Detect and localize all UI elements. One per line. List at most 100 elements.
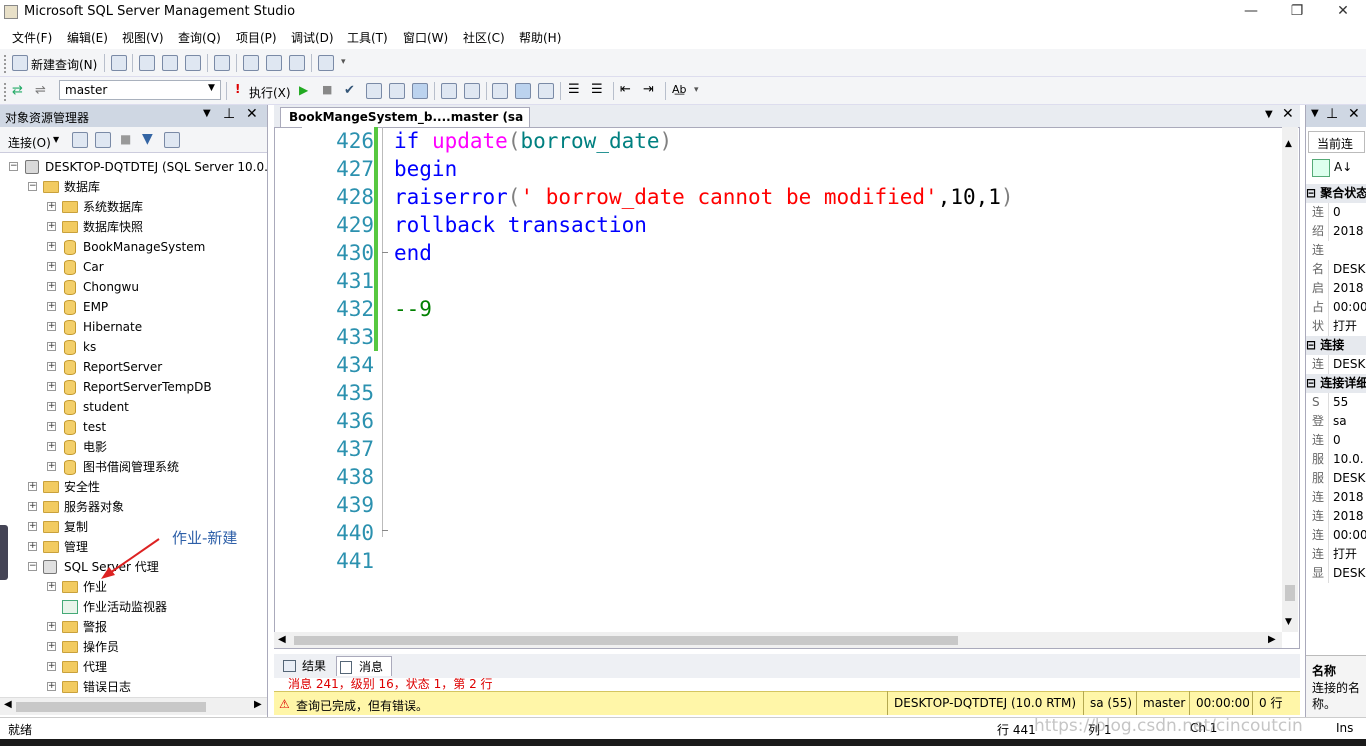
scroll-thumb[interactable] [1285, 585, 1295, 601]
activity-monitor-icon[interactable] [318, 55, 334, 71]
code-line-427[interactable]: begin [394, 155, 457, 183]
property-category-connection[interactable]: ⊟ 连接 [1306, 336, 1366, 355]
property-row[interactable]: 连0 [1306, 203, 1366, 222]
collapse-icon[interactable]: − [28, 182, 37, 191]
database-selector[interactable]: master ▼ [59, 80, 221, 100]
parse-check-icon[interactable]: ✔ [344, 83, 355, 98]
code-line-426[interactable]: if update(borrow_date) [394, 127, 672, 155]
toolbar-overflow-icon[interactable]: ▾ [694, 85, 704, 103]
scroll-right-icon[interactable]: ▶ [1268, 634, 1276, 645]
menu-view[interactable]: 视图(V) [122, 29, 164, 46]
restore-button[interactable]: ❐ [1274, 0, 1320, 24]
specify-template-values-icon[interactable]: A͟b [672, 83, 687, 96]
tab-results[interactable]: 结果 [280, 656, 332, 676]
expand-icon[interactable]: + [47, 402, 56, 411]
execute-button[interactable]: 执行(X) [249, 84, 291, 101]
expand-icon[interactable]: + [47, 302, 56, 311]
expand-icon[interactable]: + [47, 382, 56, 391]
close-panel-icon[interactable]: ✕ [1348, 106, 1360, 122]
collapse-icon[interactable]: ⊟ [1306, 338, 1320, 352]
expand-icon[interactable]: + [47, 262, 56, 271]
expand-icon[interactable]: + [47, 442, 56, 451]
expand-icon[interactable]: + [47, 362, 56, 371]
property-row[interactable]: 登 sa [1306, 412, 1366, 431]
new-file-icon[interactable] [111, 55, 127, 71]
menu-window[interactable]: 窗口(W) [403, 29, 448, 46]
property-row[interactable]: 连 00:00 [1306, 526, 1366, 545]
menu-project[interactable]: 项目(P) [236, 29, 277, 46]
close-window-button[interactable]: ✕ [1320, 0, 1366, 24]
editor-hscroll[interactable]: ◀ ▶ [274, 632, 1282, 648]
expand-icon[interactable]: + [28, 522, 37, 531]
editor-tab[interactable]: BookMangeSystem_b....master (sa (55)) [280, 107, 530, 142]
close-tab-icon[interactable]: ✕ [1282, 106, 1294, 122]
expand-icon[interactable]: + [47, 582, 56, 591]
database-engine-query-icon[interactable] [139, 55, 155, 71]
expand-icon[interactable]: + [47, 342, 56, 351]
menu-file[interactable]: 文件(F) [12, 29, 52, 46]
property-row[interactable]: 占 00:00 [1306, 298, 1366, 317]
decrease-indent-icon[interactable]: ⇤ [620, 82, 631, 97]
property-row[interactable]: 连0 [1306, 431, 1366, 450]
results-to-grid-icon[interactable] [515, 83, 531, 99]
property-row[interactable]: 状打开 [1306, 317, 1366, 336]
toolbar-grip[interactable] [4, 55, 7, 73]
expand-icon[interactable]: + [47, 202, 56, 211]
scroll-down-icon[interactable]: ▼ [1285, 617, 1292, 627]
property-row[interactable]: 连打开 [1306, 545, 1366, 564]
expand-icon[interactable]: + [28, 482, 37, 491]
collapse-icon[interactable]: ⊟ [1306, 376, 1320, 390]
expand-icon[interactable]: + [47, 222, 56, 231]
menu-tools[interactable]: 工具(T) [347, 29, 388, 46]
property-category-aggregate[interactable]: ⊟ 聚合状态 [1306, 184, 1366, 203]
property-row[interactable]: 连 2018 [1306, 488, 1366, 507]
debug-start-icon[interactable]: ▶ [299, 83, 308, 97]
property-row[interactable]: 服 10.0. [1306, 450, 1366, 469]
change-connection-icon[interactable]: ⇌ [35, 83, 51, 99]
scroll-thumb[interactable] [294, 636, 958, 645]
print-icon[interactable] [289, 55, 305, 71]
code-line-432[interactable]: --9 [394, 295, 432, 323]
pin-icon[interactable]: ⊥ [1326, 106, 1338, 122]
property-row[interactable]: 绍 2018 [1306, 222, 1366, 241]
close-panel-icon[interactable]: ✕ [246, 106, 258, 122]
analysis-query-icon[interactable] [162, 55, 178, 71]
expand-icon[interactable]: + [47, 242, 56, 251]
filter-icon[interactable]: ▼ [142, 131, 153, 147]
stop-icon[interactable]: ■ [120, 132, 131, 146]
results-pane-toggle-icon[interactable] [412, 83, 428, 99]
expand-icon[interactable]: + [47, 422, 56, 431]
object-explorer-hscroll[interactable]: ◀ ▶ [0, 697, 267, 715]
estimated-plan-icon[interactable] [366, 83, 382, 99]
xmla-query-icon[interactable] [185, 55, 201, 71]
property-row[interactable]: 连 DESK [1306, 355, 1366, 374]
chevron-down-icon[interactable]: ▼ [53, 135, 59, 144]
side-dock-handle[interactable] [0, 525, 8, 580]
property-row[interactable]: S 55 [1306, 393, 1366, 412]
scroll-left-icon[interactable]: ◀ [4, 699, 12, 710]
connect-server-icon[interactable] [72, 132, 88, 148]
property-row[interactable]: 启 2018 [1306, 279, 1366, 298]
collapse-icon[interactable]: ⊟ [1306, 186, 1320, 200]
code-line-429[interactable]: rollback transaction [394, 211, 647, 239]
panel-menu-icon[interactable]: ▼ [203, 108, 211, 119]
object-selector[interactable]: 当前连 [1308, 131, 1365, 153]
toolbar-overflow-icon[interactable]: ▾ [341, 57, 351, 75]
property-row[interactable]: 连 2018 [1306, 507, 1366, 526]
stop-icon[interactable]: ■ [322, 83, 332, 96]
code-line-428[interactable]: raiserror(' borrow_date cannot be modifi… [394, 183, 1014, 211]
collapse-icon[interactable]: − [28, 562, 37, 571]
editor-vscroll[interactable]: ▲ ▼ [1282, 127, 1298, 632]
collapse-icon[interactable]: − [9, 162, 18, 171]
menu-query[interactable]: 查询(Q) [178, 29, 221, 46]
scroll-left-icon[interactable]: ◀ [278, 634, 286, 645]
expand-icon[interactable]: + [47, 662, 56, 671]
increase-indent-icon[interactable]: ⇥ [643, 82, 654, 97]
code-line-430[interactable]: end [394, 239, 432, 267]
scroll-up-icon[interactable]: ▲ [1285, 139, 1292, 149]
toolbar-grip[interactable] [4, 83, 7, 101]
tab-messages[interactable]: 消息 [336, 656, 392, 676]
property-row[interactable]: 显 DESK [1306, 564, 1366, 583]
uncomment-lines-icon[interactable]: ☰ [591, 82, 603, 97]
panel-menu-icon[interactable]: ▼ [1311, 108, 1319, 119]
